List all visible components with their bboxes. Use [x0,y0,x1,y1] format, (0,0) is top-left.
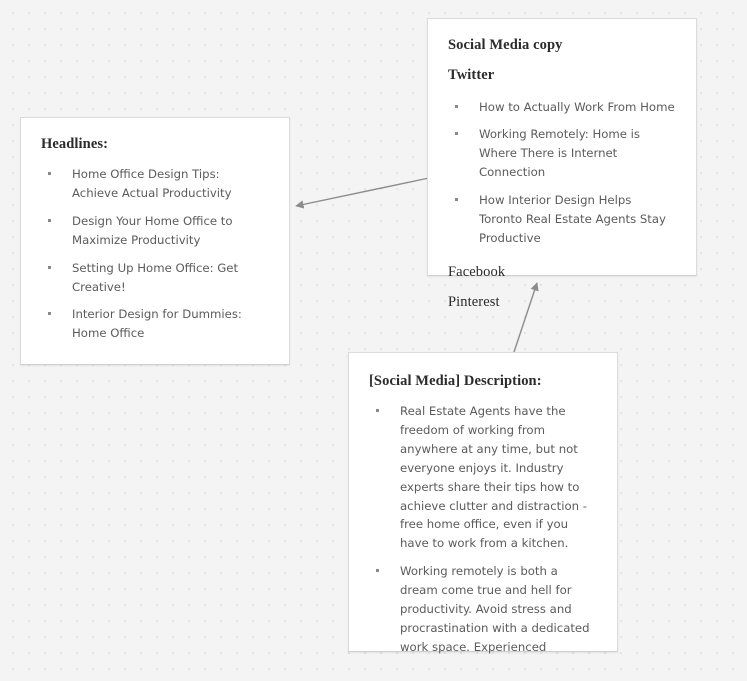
description-list: Real Estate Agents have the freedom of w… [369,402,597,657]
list-item: How Interior Design Helps Toronto Real E… [452,191,676,248]
social-media-title: Social Media copy [448,37,563,53]
list-item-text: Home Office Design Tips: Achieve Actual … [72,166,232,200]
list-item-text: Working remotely is both a dream come tr… [400,564,590,655]
bullet-icon [48,218,51,222]
bullet-icon [48,171,51,175]
card-headlines-body: Headlines: Home Office Design Tips: Achi… [21,118,289,367]
social-media-pinterest-heading: Pinterest [448,293,500,310]
card-description-body: [Social Media] Description: Real Estate … [349,353,617,681]
social-media-twitter-heading: Twitter [448,66,495,83]
bullet-icon [48,312,51,316]
headlines-list: Home Office Design Tips: Achieve Actual … [41,165,269,344]
list-item: Working Remotely: Home is Where There is… [452,125,676,182]
list-item-text: How Interior Design Helps Toronto Real E… [479,193,666,246]
list-item: Interior Design for Dummies: Home Office [45,305,269,343]
whiteboard-canvas[interactable]: Headlines: Home Office Design Tips: Achi… [0,0,747,654]
list-item: How to Actually Work From Home [452,98,676,117]
headlines-title: Headlines: [41,136,109,152]
list-item: Home Office Design Tips: Achieve Actual … [45,165,269,203]
card-social-media-description[interactable]: [Social Media] Description: Real Estate … [348,352,618,654]
card-headlines[interactable]: Headlines: Home Office Design Tips: Achi… [20,117,290,365]
list-item-text: Real Estate Agents have the freedom of w… [400,403,587,551]
twitter-list: How to Actually Work From Home Working R… [448,98,676,249]
list-item-text: Design Your Home Office to Maximize Prod… [72,213,233,247]
card-social-media-body: Social Media copy Twitter How to Actuall… [428,19,696,330]
list-item: Working remotely is both a dream come tr… [373,562,597,657]
list-item: Setting Up Home Office: Get Creative! [45,259,269,297]
arrow-social-to-headlines [295,177,430,209]
list-item-text: Interior Design for Dummies: Home Office [72,307,242,341]
list-item: Real Estate Agents have the freedom of w… [373,402,597,554]
bullet-icon [48,265,51,269]
bullet-icon [376,408,379,412]
bullet-icon [455,132,458,136]
list-item: Design Your Home Office to Maximize Prod… [45,212,269,250]
bullet-icon [455,104,458,108]
card-social-media-copy[interactable]: Social Media copy Twitter How to Actuall… [427,18,697,310]
list-item-text: How to Actually Work From Home [479,99,675,114]
description-title: [Social Media] Description: [369,373,542,389]
list-item-text: Working Remotely: Home is Where There is… [479,127,641,180]
bullet-icon [376,569,379,573]
social-media-facebook-heading: Facebook [448,264,506,281]
bullet-icon [455,198,458,202]
list-item-text: Setting Up Home Office: Get Creative! [72,260,239,294]
